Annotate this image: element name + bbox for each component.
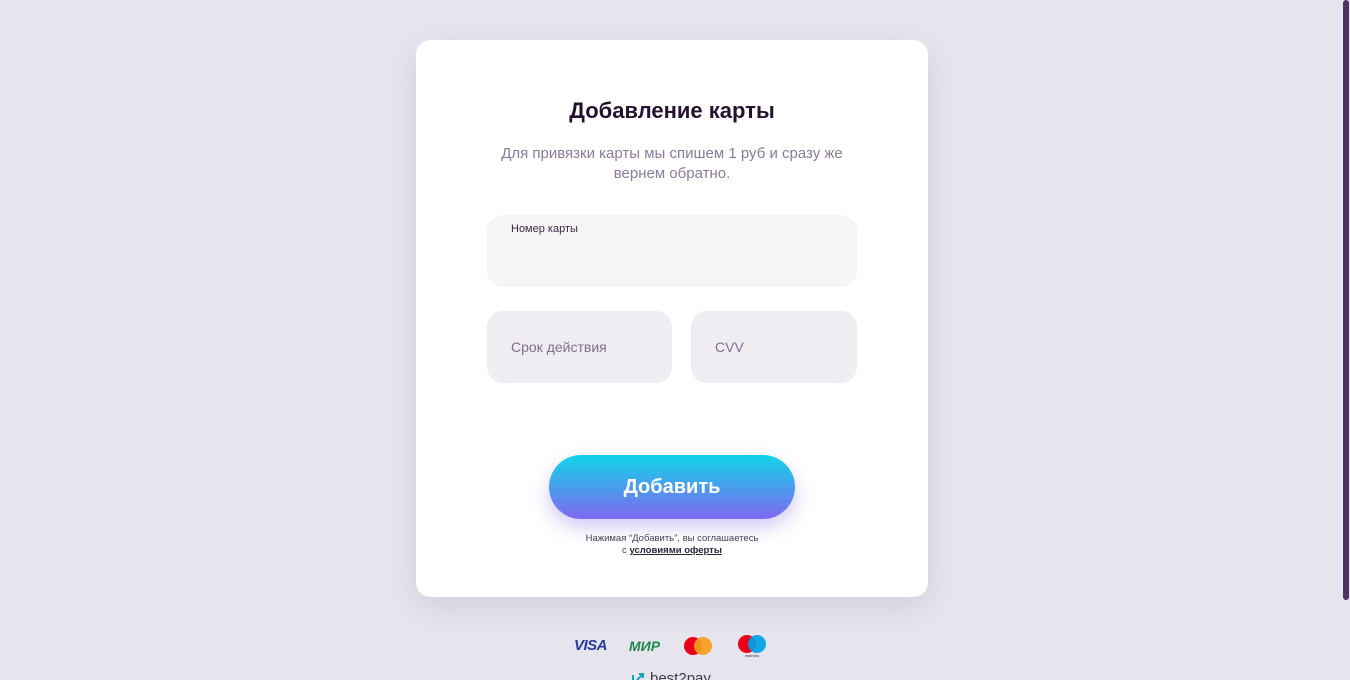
brand-name: best2pay bbox=[650, 670, 711, 680]
mir-logo: МИР bbox=[628, 637, 661, 654]
card-number-input[interactable] bbox=[511, 245, 837, 275]
add-button[interactable]: Добавить bbox=[549, 455, 795, 519]
cvv-placeholder: CVV bbox=[715, 339, 744, 355]
expiry-field[interactable]: Срок действия bbox=[487, 311, 672, 383]
mastercard-logo bbox=[684, 636, 713, 655]
form-subtitle: Для привязки карты мы спишем 1 руб и сра… bbox=[501, 145, 843, 182]
maestro-caption: maestro bbox=[744, 653, 760, 658]
scrollbar-thumb[interactable] bbox=[1343, 0, 1349, 600]
terms-prefix: с bbox=[622, 545, 627, 556]
maestro-circles-icon bbox=[738, 635, 767, 653]
card-number-label: Номер карты bbox=[511, 223, 578, 235]
terms-link[interactable]: условиями оферты bbox=[629, 545, 722, 556]
cvv-field[interactable]: CVV bbox=[691, 311, 857, 383]
terms-text-line-1: Нажимая “Добавить”, вы соглашаетесь bbox=[585, 533, 759, 544]
form-title: Добавление карты bbox=[569, 98, 775, 123]
terms-notice: Нажимая “Добавить”, вы соглашаетесь с ус… bbox=[416, 533, 928, 557]
visa-logo: VISA bbox=[573, 637, 608, 654]
maestro-logo: maestro bbox=[736, 633, 768, 658]
add-card-form: Добавление карты Для привязки карты мы с… bbox=[416, 40, 928, 597]
page: Добавление карты Для привязки карты мы с… bbox=[0, 0, 1350, 680]
brand-arrow-icon bbox=[632, 672, 644, 680]
scrollbar[interactable] bbox=[1342, 0, 1350, 680]
brand-logo: best2pay bbox=[630, 670, 711, 680]
expiry-placeholder: Срок действия bbox=[511, 339, 607, 355]
card-number-field[interactable]: Номер карты bbox=[487, 215, 857, 287]
terms-text-line-2: с условиями оферты bbox=[416, 545, 928, 557]
payment-logos: VISA МИР maestro bbox=[0, 633, 1342, 658]
